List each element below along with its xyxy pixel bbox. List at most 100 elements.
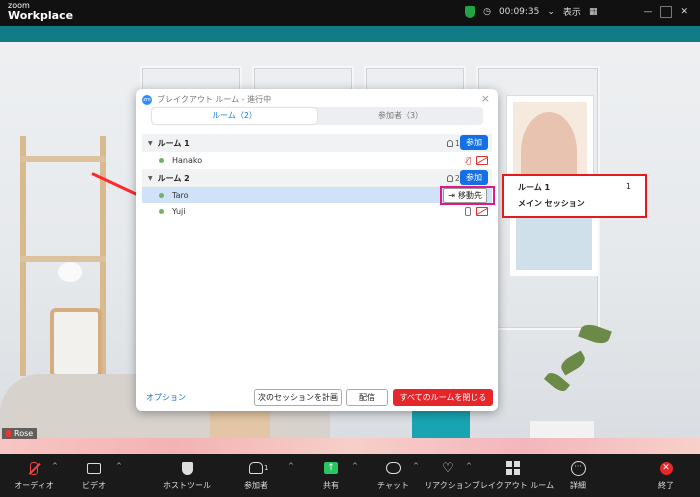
participant-name: Yuji bbox=[172, 206, 186, 216]
video-off-icon bbox=[476, 206, 488, 216]
dialog-title: ブレイクアウト ルーム - 進行中 bbox=[157, 95, 272, 104]
end-icon: ✕ bbox=[659, 461, 673, 475]
toolbar-label: 終了 bbox=[658, 481, 674, 490]
reaction-icon: ♡ bbox=[442, 460, 454, 476]
broadcast-button[interactable]: 配信 bbox=[346, 389, 388, 406]
more-icon: ··· bbox=[570, 460, 586, 476]
menu-item-label: メイン セッション bbox=[518, 199, 585, 208]
participant-status-icons: 🎙̸ bbox=[466, 155, 488, 165]
tab-rooms[interactable]: ルーム（2） bbox=[152, 108, 317, 124]
maximize-icon[interactable] bbox=[660, 5, 673, 18]
toolbar-label: 詳細 bbox=[570, 481, 586, 490]
participants-options-caret-icon[interactable]: ^ bbox=[288, 462, 294, 470]
share-options-caret-icon[interactable]: ^ bbox=[352, 462, 358, 470]
breakout-rooms-icon bbox=[506, 461, 520, 475]
chat-icon bbox=[385, 462, 401, 474]
breakout-rooms-button[interactable]: ブレイクアウト ルーム bbox=[470, 458, 556, 491]
close-window-icon[interactable]: ✕ bbox=[680, 7, 688, 17]
person-icon bbox=[446, 139, 453, 147]
tab-participants[interactable]: 参加者（3） bbox=[318, 107, 483, 125]
toolbar-label: 参加者 bbox=[244, 481, 268, 490]
status-dot bbox=[159, 157, 164, 163]
menu-item-label: ルーム 1 bbox=[518, 183, 551, 192]
menu-item-room-1[interactable]: ルーム 1 bbox=[518, 182, 550, 193]
dialog-footer: オプション 次のセッションを計画 配信 すべてのルームを閉じる bbox=[136, 389, 498, 406]
clock-icon: ◷ bbox=[483, 6, 491, 17]
status-dot bbox=[159, 208, 164, 214]
status-dot bbox=[159, 192, 164, 198]
toolbar-label: ブレイクアウト ルーム bbox=[471, 481, 555, 490]
grid-view-icon[interactable]: ▦ bbox=[589, 7, 598, 17]
shelf-board bbox=[20, 256, 106, 262]
menu-item-main-session[interactable]: メイン セッション bbox=[518, 198, 585, 209]
mic-icon bbox=[465, 206, 471, 216]
share-icon: ↑ bbox=[324, 462, 338, 474]
video-button[interactable]: ビデオ bbox=[64, 458, 124, 491]
schedule-next-session-button[interactable]: 次のセッションを計画 bbox=[254, 389, 342, 406]
mic-muted-icon: 🎙̸ bbox=[466, 155, 471, 165]
mirror bbox=[50, 308, 102, 378]
caret-down-icon[interactable]: ▼ bbox=[148, 140, 153, 147]
shield-icon bbox=[181, 461, 193, 475]
video-icon bbox=[87, 462, 101, 474]
toolbar-label: チャット bbox=[377, 481, 409, 490]
dialog-tabs: ルーム（2） 参加者（3） bbox=[151, 107, 483, 125]
pink-strip bbox=[0, 438, 700, 454]
minimize-icon[interactable]: — bbox=[643, 7, 652, 17]
room-count: 2 bbox=[446, 174, 460, 183]
menu-item-count: 1 bbox=[625, 182, 631, 191]
close-icon[interactable]: × bbox=[481, 92, 490, 105]
participant-name-tag: Rose bbox=[2, 428, 38, 439]
participants-button[interactable]: 1 参加者 bbox=[226, 458, 286, 491]
toolbar-label: リアクション bbox=[424, 481, 472, 490]
toolbar-label: ビデオ bbox=[82, 481, 106, 490]
meeting-toolbar: オーディオ ^ ビデオ ^ ホストツール 1 参加者 ^ ↑ 共有 ^ チャット… bbox=[0, 454, 700, 497]
view-button[interactable]: 表示 bbox=[563, 5, 581, 18]
participant-count: 1 bbox=[264, 464, 269, 472]
room-name: ルーム 1 bbox=[157, 138, 190, 148]
toolbar-label: 共有 bbox=[323, 481, 339, 490]
more-button[interactable]: ··· 詳細 bbox=[548, 458, 608, 491]
person-icon bbox=[446, 174, 453, 182]
video-off-icon bbox=[476, 155, 488, 165]
shelf-board bbox=[20, 156, 106, 162]
breakout-rooms-dialog: zm ブレイクアウト ルーム - 進行中 × ルーム（2） 参加者（3） ▼ ル… bbox=[136, 89, 498, 411]
join-room-button[interactable]: 参加 bbox=[460, 135, 488, 150]
room-header[interactable]: ▼ ルーム 1 1 参加 bbox=[142, 134, 492, 152]
toolbar-label: オーディオ bbox=[14, 481, 54, 490]
app-brand: zoom Workplace bbox=[8, 2, 74, 22]
plant-leaf bbox=[578, 321, 612, 347]
room-name: ルーム 2 bbox=[157, 173, 190, 183]
close-all-rooms-button[interactable]: すべてのルームを閉じる bbox=[393, 389, 493, 406]
audio-options-caret-icon[interactable]: ^ bbox=[52, 462, 58, 470]
video-options-caret-icon[interactable]: ^ bbox=[116, 462, 122, 470]
participant-status-icons bbox=[465, 206, 488, 216]
participant-row[interactable]: Hanako 🎙̸ bbox=[142, 152, 492, 168]
options-link[interactable]: オプション bbox=[146, 392, 186, 403]
join-room-button[interactable]: 参加 bbox=[460, 170, 488, 185]
participant-name: Taro bbox=[172, 190, 189, 200]
security-shield-icon[interactable] bbox=[465, 5, 476, 18]
room-count: 1 bbox=[446, 139, 460, 148]
people-icon bbox=[249, 462, 263, 474]
plant-leaf bbox=[558, 350, 588, 376]
vase bbox=[58, 262, 82, 282]
mic-muted-icon bbox=[30, 461, 38, 475]
mic-muted-icon bbox=[6, 430, 11, 437]
toolbar-label: ホストツール bbox=[163, 481, 211, 490]
brand-line2: Workplace bbox=[8, 9, 74, 22]
teal-strip bbox=[0, 26, 700, 42]
caret-down-icon[interactable]: ▼ bbox=[148, 175, 153, 182]
room-header[interactable]: ▼ ルーム 2 2 参加 bbox=[142, 169, 492, 187]
zoom-logo-icon: zm bbox=[142, 94, 152, 105]
participant-name: Rose bbox=[14, 429, 34, 438]
host-tools-button[interactable]: ホストツール bbox=[157, 458, 217, 491]
title-bar: zoom Workplace ◷ 00:09:35 ⌄ 表示 ▦ — ✕ bbox=[0, 0, 700, 26]
dialog-title-bar: zm ブレイクアウト ルーム - 進行中 bbox=[142, 94, 271, 105]
title-bar-controls: ◷ 00:09:35 ⌄ 表示 ▦ — ✕ bbox=[465, 5, 688, 18]
end-button[interactable]: ✕ 終了 bbox=[636, 458, 696, 491]
chevron-down-icon[interactable]: ⌄ bbox=[547, 7, 555, 17]
zoom-window: zoom Workplace ◷ 00:09:35 ⌄ 表示 ▦ — ✕ Ros… bbox=[0, 0, 700, 497]
meeting-timer: 00:09:35 bbox=[498, 6, 540, 17]
participant-row[interactable]: Yuji bbox=[142, 203, 492, 219]
